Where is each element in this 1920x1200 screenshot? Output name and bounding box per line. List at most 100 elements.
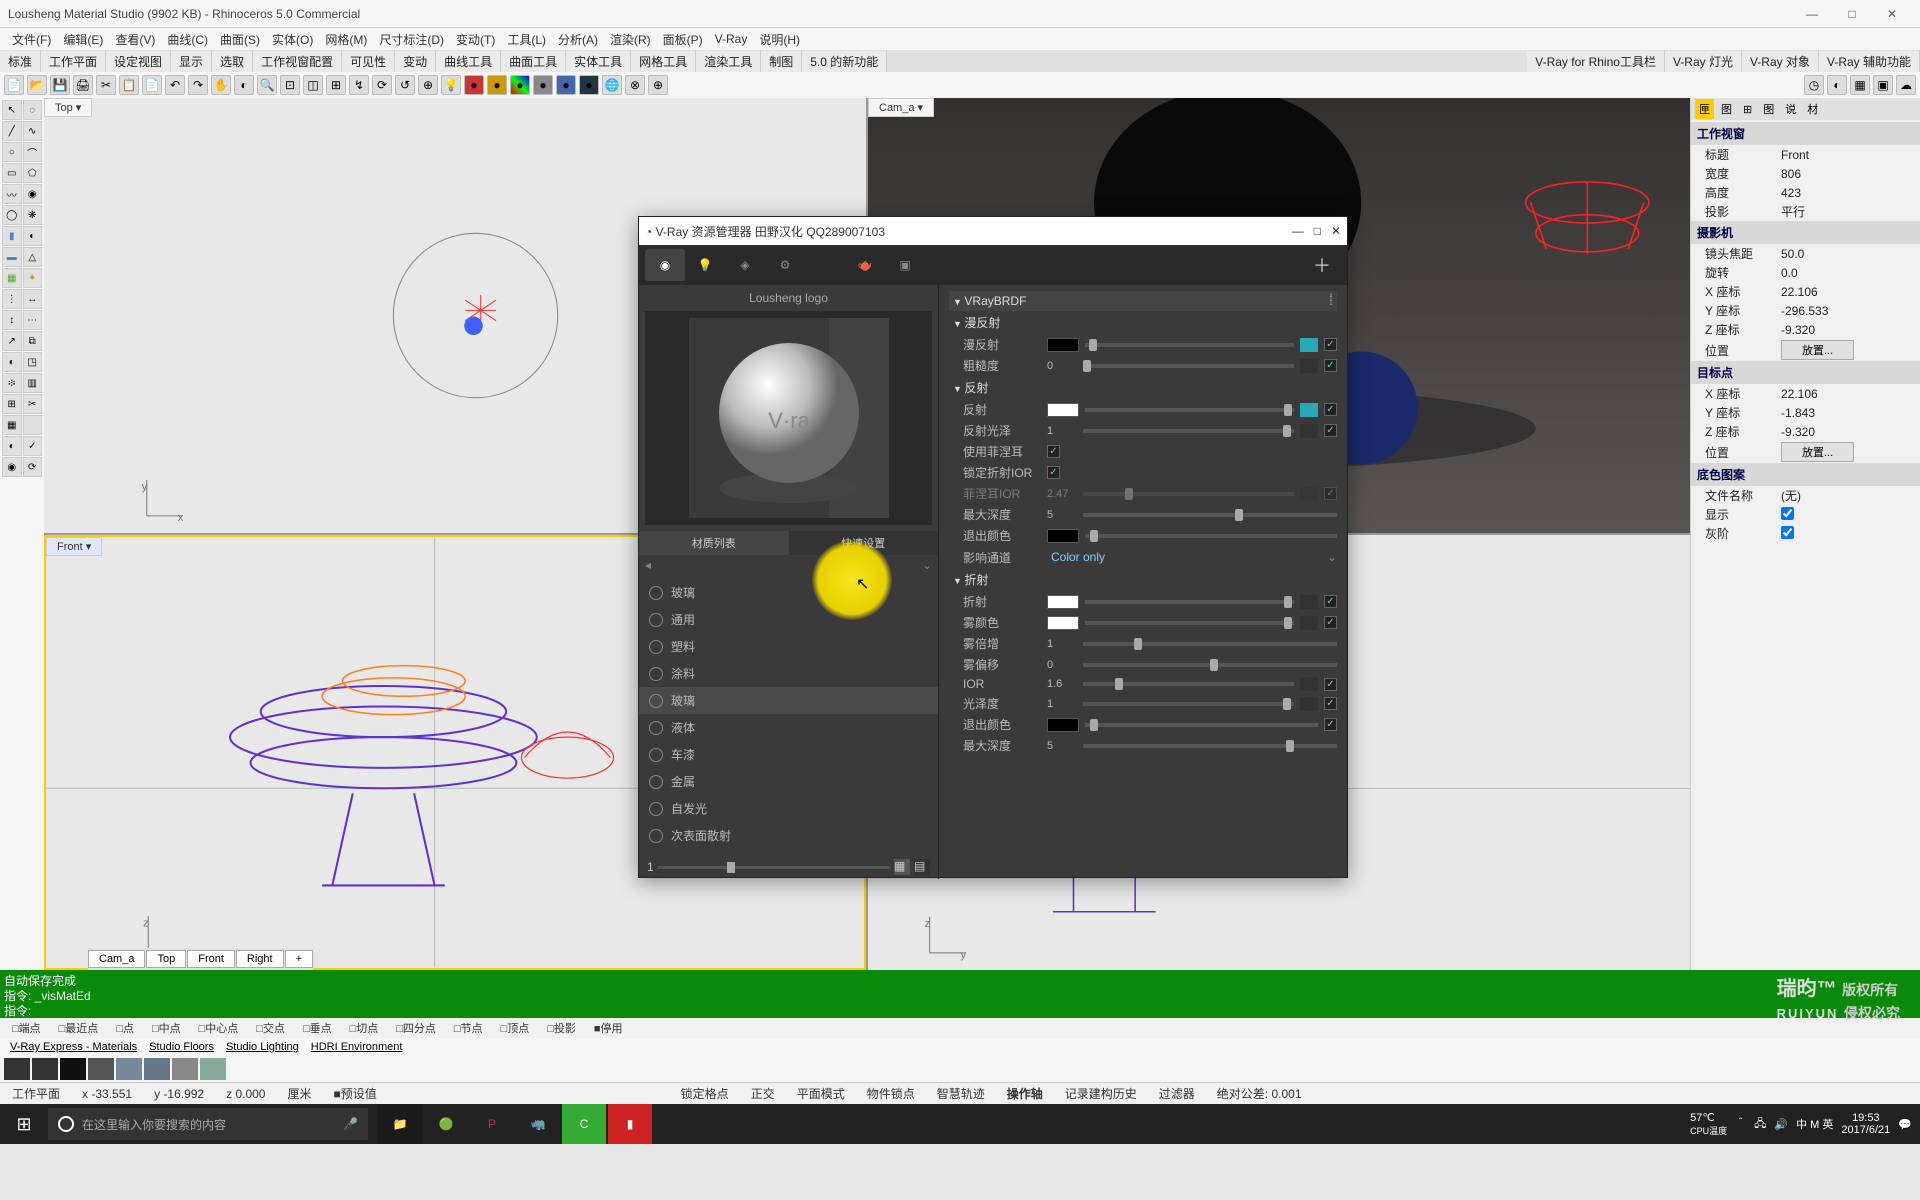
tray-ime[interactable]: 中 M 英 [1796, 1116, 1833, 1132]
tex-diffuse-icon[interactable] [1300, 338, 1318, 352]
mic-icon[interactable]: 🎤 [343, 1117, 358, 1131]
sec-refract[interactable]: 折射 [949, 568, 1337, 591]
vray-tab-geometry-icon[interactable]: ◈ [725, 249, 765, 281]
val-proj[interactable]: 平行 [1781, 203, 1920, 220]
ptab-4[interactable]: 说 [1781, 99, 1800, 119]
menu-panels[interactable]: 面板(P) [657, 31, 709, 48]
tray-notif-icon[interactable]: 💬 [1898, 1118, 1912, 1131]
val-maxd[interactable]: 5 [1047, 509, 1077, 521]
val-cy[interactable]: -296.533 [1781, 304, 1920, 318]
stat-gumball[interactable]: 操作轴 [999, 1085, 1051, 1102]
snap-point[interactable]: □点 [108, 1020, 142, 1036]
menu-dim[interactable]: 尺寸标注(D) [373, 31, 450, 48]
vray-tab-settings-icon[interactable]: ⚙ [765, 249, 805, 281]
lt-meas-icon[interactable]: ↔ [23, 289, 43, 309]
thumb-3[interactable] [88, 1058, 114, 1080]
sel-affect[interactable]: Color only [1047, 548, 1321, 566]
thumb-7[interactable] [200, 1058, 226, 1080]
cb-reflect[interactable]: ✓ [1324, 403, 1337, 416]
tool-tb16-icon[interactable]: ⟳ [372, 75, 392, 95]
lt-scale-icon[interactable]: ◳ [23, 352, 43, 372]
menu-tools[interactable]: 工具(L) [501, 31, 552, 48]
vray-tab-render-icon[interactable]: 🫖 [845, 249, 885, 281]
vtab-right[interactable]: Right [236, 950, 284, 968]
tab-surfacetools[interactable]: 曲面工具 [501, 51, 566, 72]
cortana-icon[interactable] [58, 1116, 74, 1132]
lt-explode-icon[interactable]: ✦ [23, 268, 43, 288]
menu-view[interactable]: 查看(V) [109, 31, 161, 48]
lt-rot-icon[interactable]: ◐ [2, 352, 22, 372]
tool-tb17-icon[interactable]: ↺ [395, 75, 415, 95]
list-collapse-left-icon[interactable]: ◂ [645, 558, 651, 572]
tool-tb21-icon[interactable]: ● [487, 75, 507, 95]
snap-cen[interactable]: □中心点 [191, 1020, 247, 1036]
cb-gloss[interactable]: ✓ [1324, 697, 1337, 710]
taskbar-search[interactable]: 在这里输入你要搜索的内容 🎤 [48, 1108, 368, 1140]
menu-surface[interactable]: 曲面(S) [214, 31, 266, 48]
vray-tb2-icon[interactable]: ◐ [1827, 75, 1847, 95]
snap-quad[interactable]: □四分点 [388, 1020, 444, 1036]
tab-solidtools[interactable]: 实体工具 [566, 51, 631, 72]
menu-help[interactable]: 说明(H) [753, 31, 806, 48]
tab-select[interactable]: 选取 [212, 51, 253, 72]
tex-fog-icon[interactable] [1300, 616, 1318, 630]
mat-item-4[interactable]: 玻璃 [639, 687, 938, 714]
val-ty[interactable]: -1.843 [1781, 406, 1920, 420]
menu-curve[interactable]: 曲线(C) [161, 31, 214, 48]
cb-refract[interactable]: ✓ [1324, 595, 1337, 608]
stat-filter[interactable]: 过滤器 [1151, 1085, 1203, 1102]
lt-circle-icon[interactable]: ○ [2, 142, 22, 162]
thumb-0[interactable] [4, 1058, 30, 1080]
slider-exit2[interactable] [1085, 723, 1318, 727]
snap-perp[interactable]: □垂点 [295, 1020, 340, 1036]
lt-arc-icon[interactable]: ⌒ [23, 142, 43, 162]
command-area[interactable]: 自动保存完成 指令: _visMatEd 指令: 瑞昀™ 版权所有 RUIYUN… [0, 970, 1920, 1018]
slider-ior[interactable] [1083, 682, 1294, 686]
ptab-3[interactable]: 图 [1759, 99, 1778, 119]
lt-18a-icon[interactable]: ◉ [2, 457, 22, 477]
tool-print-icon[interactable]: 🖨 [73, 75, 93, 95]
tool-zoomwin-icon[interactable]: ◫ [303, 75, 323, 95]
slider-exit[interactable] [1085, 534, 1337, 538]
vtab-cam[interactable]: Cam_a [88, 950, 145, 968]
val-rough[interactable]: 0 [1047, 360, 1077, 372]
mat-item-1[interactable]: 通用 [639, 606, 938, 633]
thumb-5[interactable] [144, 1058, 170, 1080]
tool-cut-icon[interactable]: ✂ [96, 75, 116, 95]
tray-up-icon[interactable]: ＾ [1735, 1116, 1746, 1132]
vtab-add[interactable]: + [285, 950, 313, 968]
slider-fog[interactable] [1085, 621, 1294, 625]
val-cx[interactable]: 22.106 [1781, 285, 1920, 299]
tool-paste-icon[interactable]: 📄 [142, 75, 162, 95]
snap-int[interactable]: □交点 [248, 1020, 293, 1036]
lt-grid-icon[interactable]: ▦ [2, 415, 22, 435]
vray-max-icon[interactable]: □ [1314, 224, 1321, 238]
lt-pts-icon[interactable]: ⋮ [2, 289, 22, 309]
lt-dim-icon[interactable]: ↕ [2, 310, 22, 330]
lt-mirror-icon[interactable]: ▥ [23, 373, 43, 393]
ltab-0[interactable]: V-Ray Express - Materials [4, 1041, 143, 1053]
cb-fog[interactable]: ✓ [1324, 616, 1337, 629]
app-ppt-icon[interactable]: P [470, 1104, 514, 1144]
minimize-button[interactable]: — [1792, 3, 1832, 25]
tool-tb22-icon[interactable]: ● [510, 75, 530, 95]
slider-maxd[interactable] [1083, 513, 1337, 517]
mat-item-9[interactable]: 次表面散射 [639, 822, 938, 849]
param-menu-icon[interactable]: ⋮ [1325, 291, 1337, 305]
mat-item-3[interactable]: 涂料 [639, 660, 938, 687]
lt-move-icon[interactable]: ↗ [2, 331, 22, 351]
app-other-icon[interactable]: ▮ [608, 1104, 652, 1144]
vray-min-icon[interactable]: — [1292, 224, 1304, 238]
tex-rgloss-icon[interactable] [1300, 424, 1318, 438]
menu-transform[interactable]: 变动(T) [450, 31, 501, 48]
vray-tab-lights-icon[interactable]: 💡 [685, 249, 725, 281]
lt-16b-icon[interactable] [23, 415, 43, 435]
viewport-top-label[interactable]: Top ▾ [44, 98, 92, 117]
lt-mesh-icon[interactable]: ▦ [2, 268, 22, 288]
stat-layer[interactable]: ■预设值 [326, 1085, 385, 1102]
tab-meshtools[interactable]: 网格工具 [631, 51, 696, 72]
view-grid-icon[interactable]: ▦ [894, 859, 910, 875]
lt-box-icon[interactable]: ▮ [2, 226, 22, 246]
tool-tb25-icon[interactable]: ● [579, 75, 599, 95]
close-button[interactable]: ✕ [1872, 3, 1912, 25]
